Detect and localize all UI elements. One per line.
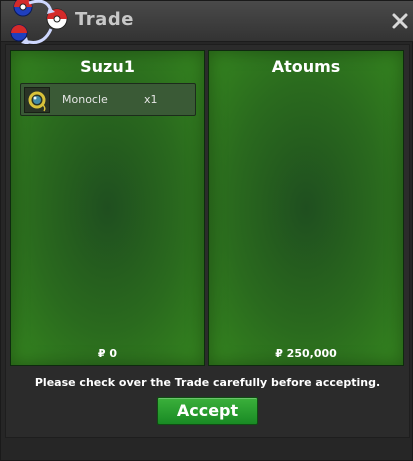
monocle-icon — [24, 87, 50, 113]
money-offer: ₽ 250,000 — [275, 347, 337, 360]
close-icon[interactable] — [390, 11, 410, 31]
title-bar[interactable]: Trade — [1, 0, 413, 45]
trade-window: Trade Suzu1 Monocle x1 ₽ 0 Atoums ₽ 250,… — [0, 0, 413, 461]
money-offer: ₽ 0 — [97, 347, 118, 360]
item-quantity: x1 — [144, 93, 158, 106]
pokeball-swap-icon — [10, 0, 68, 45]
player-offer-panel-left: Suzu1 Monocle x1 ₽ 0 — [10, 50, 205, 366]
player-offer-panel-right: Atoums ₽ 250,000 — [208, 50, 404, 366]
player-name: Suzu1 — [80, 57, 135, 76]
player-name: Atoums — [271, 57, 341, 76]
accept-button[interactable]: Accept — [157, 397, 258, 425]
trade-item-row[interactable]: Monocle x1 — [20, 83, 196, 116]
item-name: Monocle — [62, 93, 108, 106]
window-title: Trade — [75, 9, 134, 30]
trade-notice: Please check over the Trade carefully be… — [34, 376, 381, 389]
